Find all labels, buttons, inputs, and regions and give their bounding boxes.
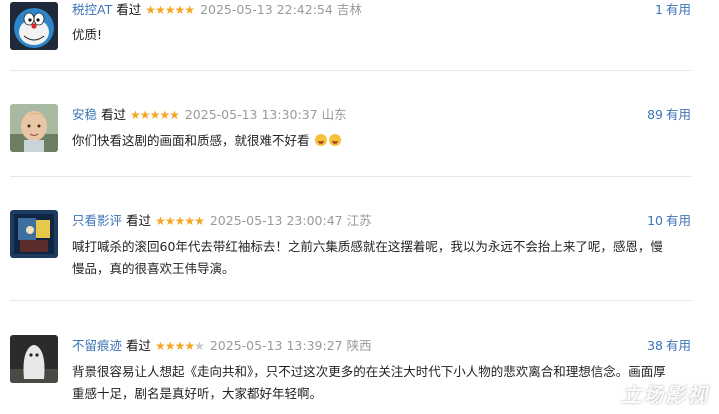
avatar[interactable] [10,335,58,383]
divider [10,300,692,301]
review-meta: 安稳 看过 ★★★★★ 2025-05-13 13:30:37 山东 [72,106,347,124]
star-filled-icon: ★ [164,3,176,17]
review-time: 2025-05-13 13:39:27 [209,338,343,353]
review-location: 山东 [321,107,347,122]
star-filled-icon: ★ [174,214,186,228]
review-location: 江苏 [346,213,372,228]
review-location: 吉林 [336,2,362,17]
useful-label: 有用 [665,213,691,228]
useful-button[interactable]: 1 有用 [655,1,691,19]
star-filled-icon: ★ [194,214,205,228]
review-text: 背景很容易让人想起《走向共和》，只不过这次更多的在关注大时代下小人物的悲欢离合和… [72,364,666,401]
review-time: 2025-05-13 13:30:37 [184,107,318,122]
star-filled-icon: ★ [184,214,195,228]
review-content: 背景很容易让人想起《走向共和》，只不过这次更多的在关注大时代下小人物的悲欢离合和… [72,361,672,405]
star-filled-icon: ★ [149,108,161,122]
useful-count: 38 [647,338,663,353]
star-filled-icon: ★ [169,108,180,122]
useful-label: 有用 [665,338,691,353]
divider [10,70,692,71]
star-filled-icon: ★ [164,214,176,228]
useful-label: 有用 [665,2,691,17]
useful-button[interactable]: 38 有用 [647,337,691,355]
star-filled-icon: ★ [155,214,166,228]
star-filled-icon: ★ [145,3,156,17]
painting-avatar-icon [10,210,58,258]
crying-emoji-icon [328,134,341,146]
star-filled-icon: ★ [184,339,195,353]
divider [10,176,692,177]
watermark: 立场影视 [621,383,709,407]
avatar[interactable] [10,2,58,50]
star-filled-icon: ★ [139,108,151,122]
useful-count: 89 [647,107,663,122]
watch-status: 看过 [126,213,152,228]
username-link[interactable]: 只看影评 [72,213,122,228]
child-photo-avatar-icon [10,104,58,152]
avatar[interactable] [10,104,58,152]
crying-emoji-icon [314,134,327,146]
watch-status: 看过 [126,338,152,353]
username-link[interactable]: 不留痕迹 [72,338,122,353]
star-filled-icon: ★ [155,339,166,353]
review-time: 2025-05-13 22:42:54 [200,2,333,17]
review-location: 陕西 [346,338,372,353]
useful-button[interactable]: 89 有用 [647,106,691,124]
review-content: 优质! [72,24,672,46]
review-content: 你们快看这剧的画面和质感，就很难不好看 [72,130,672,152]
star-filled-icon: ★ [130,108,141,122]
star-empty-icon: ★ [194,339,205,353]
star-rating: ★★★★★ [155,339,205,353]
useful-count: 1 [655,2,663,17]
review-text: 优质! [72,27,103,42]
star-rating: ★★★★★ [130,108,180,122]
star-rating: ★★★★★ [145,3,195,17]
star-rating: ★★★★★ [155,214,205,228]
doraemon-avatar-icon [10,2,58,50]
review-meta: 只看影评 看过 ★★★★★ 2025-05-13 23:00:47 江苏 [72,212,372,230]
star-filled-icon: ★ [159,108,170,122]
star-filled-icon: ★ [184,3,195,17]
ghost-avatar-icon [10,335,58,383]
avatar[interactable] [10,210,58,258]
review-text: 喊打喊杀的滚回60年代去带红袖标去！之前六集质感就在这摆着呢，我以为永远不会抬上… [72,239,663,276]
username-link[interactable]: 税控AT [72,2,112,17]
star-filled-icon: ★ [155,3,166,17]
review-meta: 不留痕迹 看过 ★★★★★ 2025-05-13 13:39:27 陕西 [72,337,372,355]
watch-status: 看过 [101,107,127,122]
useful-count: 10 [647,213,663,228]
review-text: 你们快看这剧的画面和质感，就很难不好看 [72,133,310,148]
username-link[interactable]: 安稳 [72,107,97,122]
useful-button[interactable]: 10 有用 [647,212,691,230]
watch-status: 看过 [116,2,142,17]
review-content: 喊打喊杀的滚回60年代去带红袖标去！之前六集质感就在这摆着呢，我以为永远不会抬上… [72,236,672,280]
star-filled-icon: ★ [164,339,176,353]
star-filled-icon: ★ [174,339,186,353]
star-filled-icon: ★ [174,3,186,17]
useful-label: 有用 [665,107,691,122]
review-time: 2025-05-13 23:00:47 [209,213,343,228]
review-meta: 税控AT 看过 ★★★★★ 2025-05-13 22:42:54 吉林 [72,1,362,19]
